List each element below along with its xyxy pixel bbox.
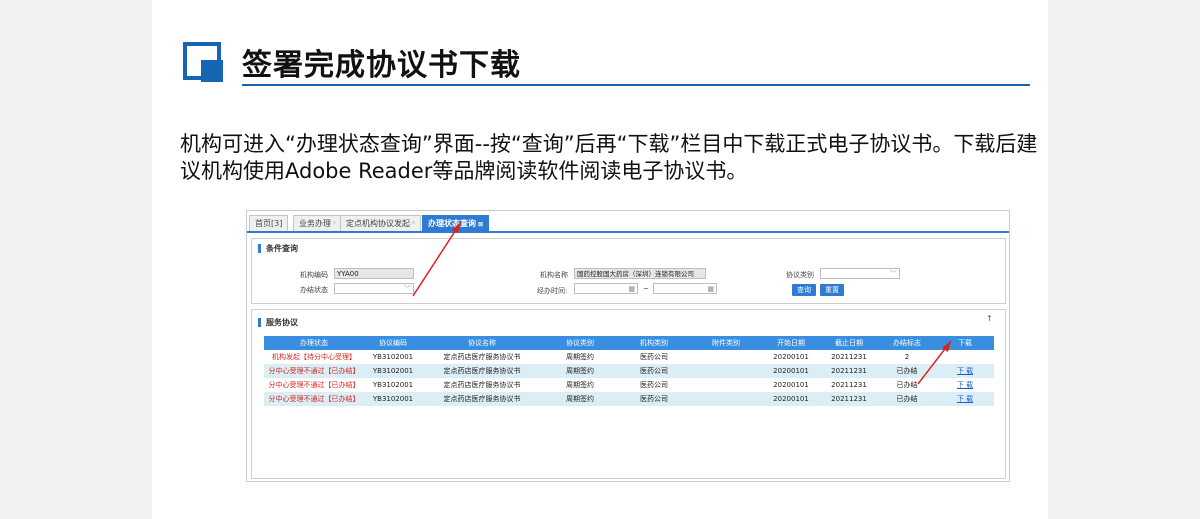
type-cell: 周期签约 (566, 381, 594, 389)
download-cell: 下 载 (936, 392, 994, 406)
type-cell: 周期签约 (542, 392, 618, 406)
table-row[interactable]: 分中心受理不通过【已办结】 YB3102001 定点药店医疗服务协议书 周期签约… (264, 392, 994, 406)
flag-cell: 已办结 (878, 392, 936, 406)
column-header: 协议名称 (422, 336, 542, 350)
calendar-icon: ▦ (628, 285, 635, 293)
code-cell: YB3102001 (364, 392, 422, 406)
date-range-separator: ~ (643, 285, 649, 293)
column-header: 机构类别 (618, 336, 690, 350)
table-row[interactable]: 分中心受理不通过【已办结】 YB3102001 定点药店医疗服务协议书 周期签约… (264, 378, 994, 392)
attach-cell (690, 378, 762, 392)
title-divider (242, 84, 1030, 86)
service-panel: 服务协议 办理状态 协议编码 协议名称 协议类别 机构类别 附件类别 开始日期 … (251, 309, 1006, 479)
column-header: 办理状态 (264, 336, 364, 350)
type-cell: 周期签约 (566, 353, 594, 361)
end-date-cell: 20211231 (820, 392, 878, 406)
calendar-icon: ▦ (707, 285, 714, 293)
tab-business[interactable]: 业务办理 ° (293, 215, 342, 231)
agreement-table: 办理状态 协议编码 协议名称 协议类别 机构类别 附件类别 开始日期 截止日期 … (264, 336, 994, 406)
chevron-down-icon: ﹀ (404, 285, 411, 293)
status-cell: 分中心受理不通过【已办结】 (268, 381, 360, 389)
code-cell: YB3102001 (364, 364, 422, 378)
column-header: 协议类别 (542, 336, 618, 350)
status-select[interactable]: ﹀ (334, 283, 414, 294)
query-panel: 条件查询 机构编码 YYA00 办结状态 ﹀ 机构名称 国药控股国大药房（深圳）… (251, 238, 1006, 304)
name-cell: 定点药店医疗服务协议书 (443, 353, 521, 361)
query-button[interactable]: 查询 (792, 284, 816, 296)
org-name-field[interactable]: 国药控股国大药房（深圳）连锁有限公司 (574, 268, 706, 279)
end-date-cell: 20211231 (831, 381, 867, 389)
column-header: 下载 (936, 336, 994, 350)
name-cell: 定点药店医疗服务协议书 (422, 364, 542, 378)
flag-cell: 已办结 (878, 364, 936, 378)
name-cell: 定点药店医疗服务协议书 (443, 381, 521, 389)
name-cell: 定点药店医疗服务协议书 (422, 392, 542, 406)
status-cell: 分中心受理不通过【已办结】 (264, 392, 364, 406)
org-type-cell: 医药公司 (640, 381, 668, 389)
attach-cell (690, 364, 762, 378)
end-date-cell: 20211231 (831, 353, 867, 361)
table-row[interactable]: 机构发起【待分中心受理】 YB3102001 定点药店医疗服务协议书 周期签约 … (264, 350, 994, 364)
download-cell (936, 350, 994, 364)
query-panel-title: 条件查询 (258, 244, 298, 253)
service-panel-title: 服务协议 (258, 318, 298, 327)
column-header: 附件类别 (690, 336, 762, 350)
org-code-label: 机构编码 (300, 271, 328, 279)
section-logo-icon (183, 42, 225, 84)
flag-cell: 2 (904, 353, 910, 361)
agreement-type-label: 协议类别 (786, 271, 814, 279)
agreement-type-select[interactable]: ﹀ (820, 268, 900, 279)
code-cell: YB3102001 (372, 353, 414, 361)
end-date-input[interactable]: ▦ (653, 283, 717, 294)
column-header: 协议编码 (364, 336, 422, 350)
reset-button[interactable]: 重置 (820, 284, 844, 296)
download-cell: 下 载 (936, 364, 994, 378)
instruction-text: 机构可进入“办理状态查询”界面--按“查询”后再“下载”栏目中下载正式电子协议书… (180, 132, 1038, 183)
column-header: 办结标志 (878, 336, 936, 350)
tab-agreement-initiate[interactable]: 定点机构协议发起 ° (340, 215, 421, 231)
download-link[interactable]: 下 载 (957, 367, 973, 375)
column-header: 截止日期 (820, 336, 878, 350)
org-code-field[interactable]: YYA00 (334, 268, 414, 279)
column-header: 开始日期 (762, 336, 820, 350)
start-date-cell: 20200101 (773, 381, 809, 389)
attach-cell (690, 392, 762, 406)
page-title: 签署完成协议书下载 (242, 48, 521, 83)
tab-status-query[interactable]: 办理状态查询 ⊠ (422, 215, 490, 231)
org-type-cell: 医药公司 (618, 392, 690, 406)
start-date-input[interactable]: ▦ (574, 283, 638, 294)
start-date-cell: 20200101 (773, 353, 809, 361)
status-cell: 机构发起【待分中心受理】 (272, 353, 356, 361)
table-row[interactable]: 分中心受理不通过【已办结】 YB3102001 定点药店医疗服务协议书 周期签约… (264, 364, 994, 378)
status-cell: 分中心受理不通过【已办结】 (264, 364, 364, 378)
start-date-cell: 20200101 (762, 392, 820, 406)
flag-cell: 已办结 (896, 381, 918, 389)
start-date-cell: 20200101 (762, 364, 820, 378)
embedded-screenshot: 首页[3] 业务办理 ° 定点机构协议发起 ° 办理状态查询 ⊠ 条件查询 机构编码 … (246, 210, 1010, 482)
type-cell: 周期签约 (542, 364, 618, 378)
status-label: 办结状态 (300, 286, 328, 294)
tab-home[interactable]: 首页[3] (249, 215, 289, 231)
org-name-label: 机构名称 (540, 271, 568, 279)
attach-cell (690, 350, 762, 364)
download-link[interactable]: 下 载 (957, 381, 973, 389)
tab-bar: 首页[3] 业务办理 ° 定点机构协议发起 ° 办理状态查询 ⊠ (247, 213, 1009, 233)
org-type-cell: 医药公司 (618, 364, 690, 378)
end-date-cell: 20211231 (820, 364, 878, 378)
code-cell: YB3102001 (372, 381, 414, 389)
org-type-cell: 医药公司 (640, 353, 668, 361)
chevron-down-icon: ﹀ (890, 270, 897, 278)
scroll-up-icon[interactable]: ↑ (986, 314, 993, 323)
handle-time-label: 经办时间: (537, 287, 568, 295)
download-cell: 下 载 (936, 378, 994, 392)
download-link[interactable]: 下 载 (957, 395, 973, 403)
table-header-row: 办理状态 协议编码 协议名称 协议类别 机构类别 附件类别 开始日期 截止日期 … (264, 336, 994, 350)
